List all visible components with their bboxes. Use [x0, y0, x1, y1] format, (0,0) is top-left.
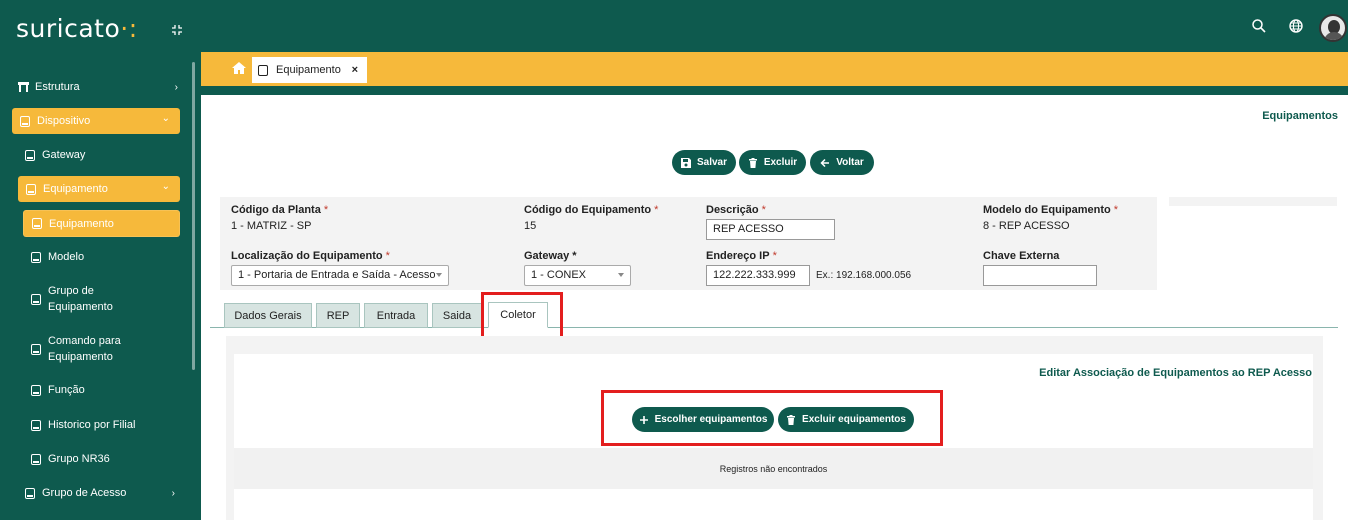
search-icon[interactable] — [1252, 19, 1266, 33]
chevron-down-icon: ⌄ — [161, 113, 170, 124]
device-icon — [25, 487, 35, 499]
back-button[interactable]: Voltar — [810, 150, 874, 175]
tab-rep[interactable]: REP — [316, 303, 360, 328]
device-icon — [25, 149, 35, 161]
sidebar-item-modelo[interactable]: Modelo — [31, 248, 181, 266]
endereco-ip-label: Endereço IP * — [706, 250, 777, 262]
sidebar-item-dispositivo[interactable]: Dispositivo ⌄ — [12, 108, 180, 134]
delete-button-label: Excluir — [763, 157, 798, 168]
delete-button[interactable]: Excluir — [739, 150, 806, 175]
sidebar-item-grupo-nr36[interactable]: Grupo NR36 — [31, 450, 181, 468]
chevron-down-icon: ⌄ — [161, 181, 170, 192]
sidebar-item-label: Grupo NR36 — [48, 453, 110, 465]
sidebar-item-equipamento[interactable]: Equipamento — [23, 210, 180, 237]
endereco-ip-hint: Ex.: 192.168.000.056 — [816, 270, 912, 281]
chave-externa-label: Chave Externa — [983, 250, 1060, 262]
open-tabs-bar — [201, 52, 1348, 86]
sidebar-item-funcao[interactable]: Função — [31, 381, 181, 399]
endereco-ip-input[interactable]: 122.222.333.999 — [706, 265, 810, 286]
save-icon — [680, 157, 691, 168]
device-icon — [31, 293, 41, 305]
building-icon — [18, 82, 29, 92]
sidebar-item-label: Função — [48, 384, 85, 396]
device-icon — [258, 64, 268, 76]
coletor-title: Editar Associação de Equipamentos ao REP… — [1039, 367, 1312, 379]
chevron-right-icon: › — [174, 81, 178, 93]
device-icon — [31, 343, 41, 355]
codigo-planta-value: 1 - MATRIZ - SP — [231, 220, 312, 232]
device-icon — [31, 419, 41, 431]
close-icon[interactable]: × — [352, 64, 358, 76]
dropdown-caret-icon — [618, 273, 624, 277]
sidebar-item-label: Modelo — [48, 251, 85, 263]
breadcrumb[interactable]: Equipamentos — [1262, 110, 1338, 122]
highlight-box-buttons — [601, 390, 943, 446]
globe-icon[interactable] — [1289, 19, 1303, 33]
highlight-box-tab — [481, 292, 563, 342]
device-icon — [31, 384, 41, 396]
localizacao-label: Localização do Equipamento * — [231, 250, 390, 262]
gateway-selected-value: 1 - CONEX — [531, 269, 587, 281]
arrow-left-icon — [820, 158, 830, 167]
tab-entrada[interactable]: Entrada — [364, 303, 428, 328]
sidebar-item-label: Equipamento — [43, 183, 108, 195]
app-logo[interactable]: suricato·: — [16, 14, 138, 43]
sidebar-item-label: Equipamento — [49, 217, 114, 230]
sidebar-item-label: Dispositivo — [37, 115, 91, 127]
chevron-right-icon: › — [171, 487, 175, 499]
sidebar-item-comando-para-equipamento[interactable]: Comando para Equipamento — [31, 334, 151, 364]
chave-externa-input[interactable] — [983, 265, 1097, 286]
localizacao-selected-value: 1 - Portaria de Entrada e Saída - Acesso — [238, 269, 436, 281]
device-icon — [32, 218, 42, 229]
codigo-equipamento-label: Código do Equipamento * — [524, 204, 659, 216]
open-tab-label: Equipamento — [276, 64, 341, 76]
top-header — [201, 0, 1348, 52]
form-panel-strip — [1169, 197, 1337, 206]
device-icon — [20, 115, 30, 127]
tab-dados-gerais[interactable]: Dados Gerais — [224, 303, 312, 328]
home-icon[interactable] — [232, 62, 246, 74]
sidebar-item-label: Comando para Equipamento — [48, 335, 121, 363]
empty-table-row: Registros não encontrados — [234, 448, 1313, 489]
save-button-label: Salvar — [696, 157, 728, 168]
sidebar-scrollbar[interactable] — [192, 62, 195, 370]
sidebar-item-label: Estrutura — [35, 81, 80, 93]
gateway-label: Gateway * — [524, 250, 577, 262]
descricao-label: Descrição * — [706, 204, 766, 216]
dropdown-caret-icon — [436, 273, 442, 277]
sidebar-item-historico-por-filial[interactable]: Historico por Filial — [31, 416, 181, 434]
localizacao-select[interactable]: 1 - Portaria de Entrada e Saída - Acesso — [231, 265, 449, 286]
sidebar-item-label: Grupo de Equipamento — [48, 285, 113, 313]
sidebar-item-label: Gateway — [42, 149, 86, 161]
collapse-sidebar-icon[interactable] — [171, 24, 183, 36]
device-icon — [31, 453, 41, 465]
gateway-select[interactable]: 1 - CONEX — [524, 265, 631, 286]
sidebar-item-label: Historico por Filial — [48, 419, 136, 431]
sidebar-item-gateway[interactable]: Gateway — [25, 146, 185, 164]
sidebar-item-equipamento-group[interactable]: Equipamento ⌄ — [18, 176, 180, 202]
sidebar-item-estrutura[interactable]: Estrutura › — [18, 79, 188, 95]
descricao-input[interactable]: REP ACESSO — [706, 219, 835, 240]
user-avatar[interactable] — [1319, 14, 1347, 42]
trash-icon — [748, 157, 757, 168]
codigo-planta-label: Código da Planta * — [231, 204, 329, 216]
sidebar-item-grupo-de-acesso[interactable]: Grupo de Acesso › — [25, 484, 185, 502]
device-icon — [26, 183, 36, 195]
back-button-label: Voltar — [836, 157, 864, 168]
codigo-equipamento-value: 15 — [524, 220, 537, 232]
device-icon — [31, 251, 41, 263]
modelo-value: 8 - REP ACESSO — [983, 220, 1070, 232]
modelo-label: Modelo do Equipamento * — [983, 204, 1118, 216]
sidebar-item-grupo-de-equipamento[interactable]: Grupo de Equipamento — [31, 284, 131, 314]
tab-saida[interactable]: Saida — [432, 303, 482, 328]
save-button[interactable]: Salvar — [672, 150, 736, 175]
open-tab-equipamento[interactable]: Equipamento × — [252, 57, 367, 83]
sidebar-item-label: Grupo de Acesso — [42, 487, 127, 499]
tabstrip-divider — [201, 86, 1348, 95]
